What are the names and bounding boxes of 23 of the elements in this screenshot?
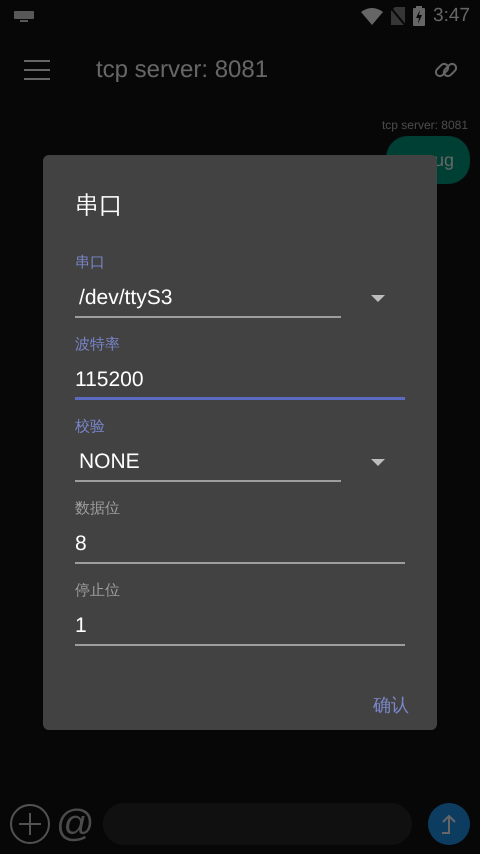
- toolbar-title: tcp server: 8081: [96, 56, 270, 84]
- status-time: 3:47: [433, 5, 470, 27]
- message-sender: tcp server: 8081: [380, 117, 469, 132]
- send-button[interactable]: [428, 803, 470, 845]
- no-sim-icon: [391, 7, 406, 25]
- add-icon[interactable]: [10, 804, 50, 844]
- wifi-icon: [361, 8, 384, 24]
- dropdown-caret-icon: [371, 458, 385, 466]
- battery-charging-icon: [413, 6, 426, 26]
- field-label: 校验: [75, 417, 106, 437]
- dropdown[interactable]: NONE: [75, 444, 341, 482]
- dropdown[interactable]: /dev/ttyS3: [75, 280, 341, 318]
- field-label: 停止位: [75, 581, 121, 601]
- input-field[interactable]: 8: [75, 526, 405, 564]
- menu-icon[interactable]: [24, 59, 50, 81]
- input-field[interactable]: 1: [75, 608, 405, 646]
- dropdown-caret-icon: [371, 294, 385, 302]
- keyboard-icon: [14, 10, 34, 22]
- field-label: 串口: [75, 253, 106, 273]
- input-field[interactable]: 115200: [75, 362, 405, 400]
- dialog-title: 串口: [75, 191, 124, 221]
- field-label: 波特率: [75, 335, 121, 355]
- field-label: 数据位: [75, 499, 121, 519]
